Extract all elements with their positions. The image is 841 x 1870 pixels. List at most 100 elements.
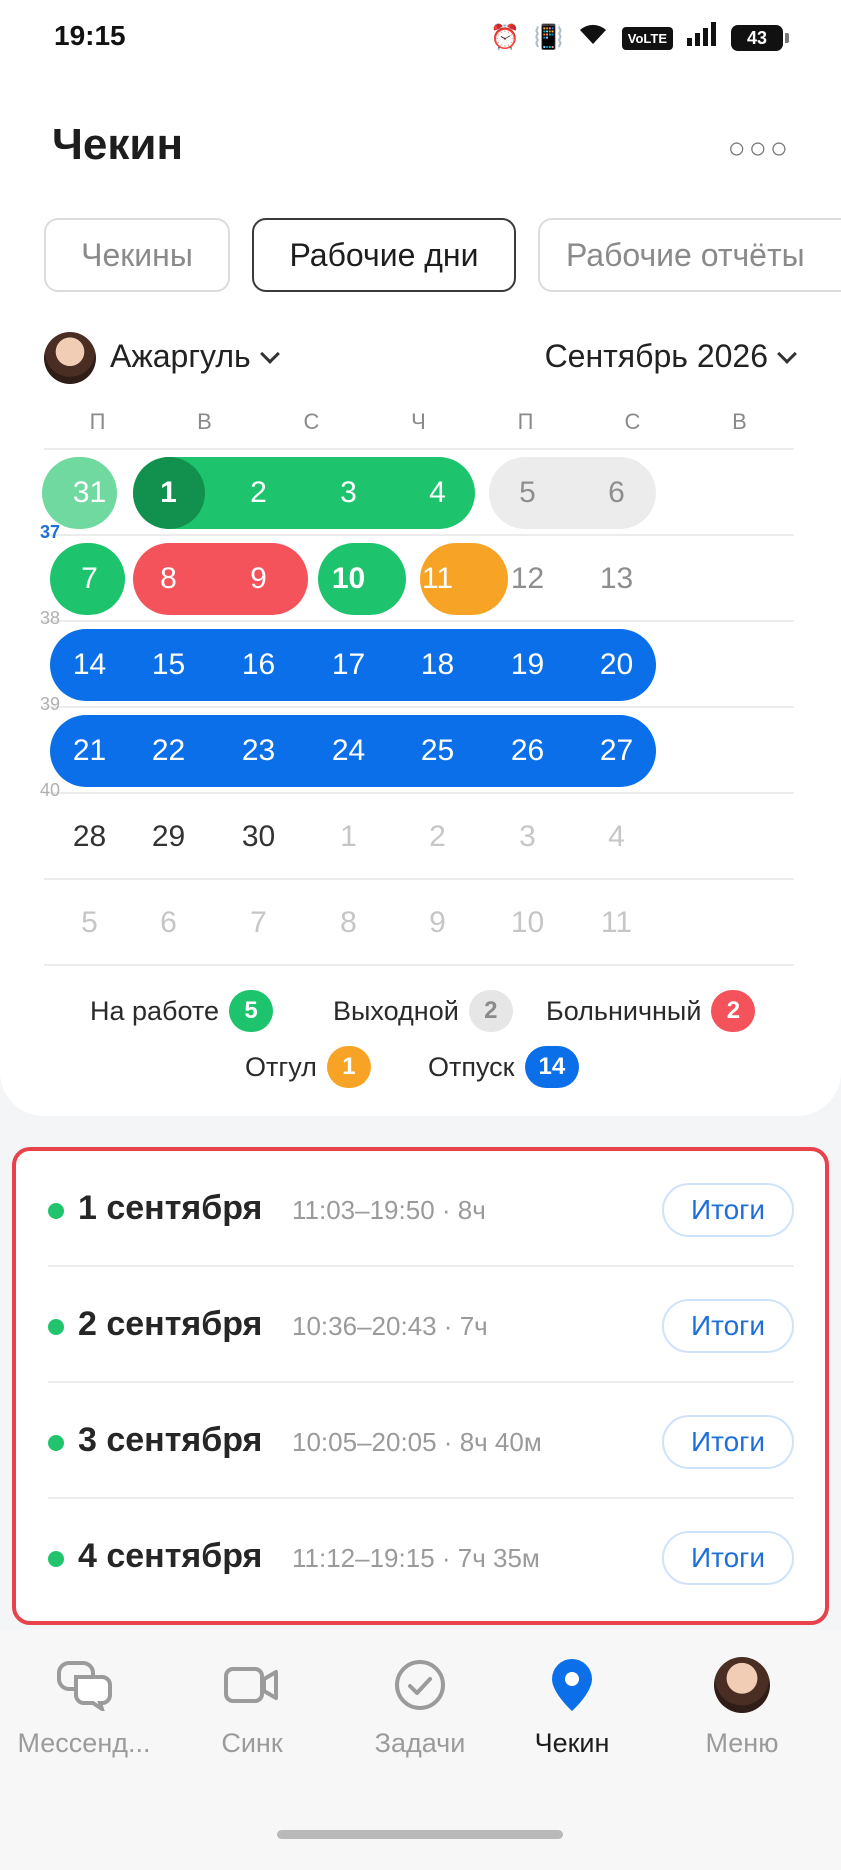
- legend-dayoff: Выходной 2: [333, 990, 513, 1032]
- nav-label: Чекин: [534, 1728, 610, 1758]
- weekday-label: П: [89, 409, 106, 434]
- entry-date: 4 сентября: [78, 1537, 263, 1575]
- weekday-header: П В С Ч П С В: [44, 400, 794, 450]
- status-dot: [48, 1319, 64, 1335]
- filter-row: Ажаргуль Сентябрь 2026: [44, 330, 797, 384]
- tab-reports[interactable]: Рабочие отчёты: [538, 218, 841, 292]
- weekday-label: Ч: [411, 409, 426, 434]
- week-number: 38: [40, 608, 61, 628]
- calendar-day[interactable]: 13: [563, 543, 670, 615]
- summary-button[interactable]: Итоги: [662, 1183, 794, 1237]
- entry-time: 11:03–19:50 · 8ч: [292, 1195, 486, 1225]
- chat-icon: [0, 1650, 168, 1720]
- video-icon: [168, 1650, 336, 1720]
- tab-checkins[interactable]: Чекины: [44, 218, 230, 292]
- summary-button[interactable]: Итоги: [662, 1415, 794, 1469]
- calendar-week: 40 28 29 30 1 2 3 4: [40, 780, 794, 880]
- legend-label: Выходной: [333, 995, 459, 1026]
- calendar-day[interactable]: 20: [563, 629, 670, 701]
- alarm-icon: ⏰: [489, 24, 520, 51]
- nav-label: Меню: [705, 1728, 779, 1758]
- legend-badge: 1: [326, 1046, 371, 1088]
- nav-checkin[interactable]: Чекин: [488, 1650, 656, 1759]
- summary-button[interactable]: Итоги: [662, 1299, 794, 1353]
- legend-badge: 14: [524, 1046, 580, 1088]
- month-label: Сентябрь 2026: [544, 338, 768, 374]
- legend-badge: 2: [711, 990, 756, 1032]
- calendar-day[interactable]: 4: [563, 801, 670, 873]
- list-item[interactable]: 1 сентября 11:03–19:50 · 8ч Итоги: [48, 1151, 794, 1267]
- avatar: [44, 332, 96, 384]
- month-selector[interactable]: Сентябрь 2026: [544, 338, 797, 375]
- week-number: 39: [40, 694, 61, 714]
- location-pin-icon: [488, 1650, 656, 1720]
- nav-label: Синк: [221, 1728, 283, 1758]
- nav-label: Мессенд...: [17, 1728, 151, 1758]
- avatar: [714, 1657, 770, 1713]
- signal-icon: [687, 22, 717, 54]
- summary-button[interactable]: Итоги: [662, 1531, 794, 1585]
- nav-tasks[interactable]: Задачи: [336, 1650, 504, 1759]
- tab-bar: Чекины Рабочие дни Рабочие отчёты: [44, 218, 841, 292]
- nav-messenger[interactable]: Мессенд...: [0, 1650, 168, 1759]
- chevron-down-icon: [259, 344, 280, 364]
- tab-workdays[interactable]: Рабочие дни: [252, 218, 516, 292]
- status-time: 19:15: [54, 20, 126, 51]
- status-dot: [48, 1203, 64, 1219]
- calendar-week: 37 7 8 9 10 11 12 13: [40, 522, 794, 622]
- status-icons: ⏰ 📳 VoLTE 43: [489, 22, 789, 54]
- chevron-down-icon: [777, 344, 797, 364]
- weekday-label: С: [624, 409, 641, 434]
- page-title: Чекин: [52, 120, 184, 169]
- weekday-label: С: [303, 409, 320, 434]
- weekday-label: В: [732, 409, 747, 434]
- check-circle-icon: [336, 1650, 504, 1720]
- calendar-day[interactable]: 6: [563, 457, 670, 529]
- nav-sync[interactable]: Синк: [168, 1650, 336, 1759]
- week-number: 37: [40, 522, 61, 542]
- user-selector[interactable]: Ажаргуль: [110, 338, 280, 375]
- calendar: П В С Ч П С В 31 1 2 3 4 5 6 37 7 8 9 10…: [40, 400, 794, 966]
- legend-leave: Отгул 1: [245, 1046, 371, 1088]
- more-icon[interactable]: ○○○: [728, 132, 791, 166]
- entry-time: 10:05–20:05 · 8ч 40м: [292, 1427, 542, 1457]
- week-number: 40: [40, 780, 61, 800]
- list-item[interactable]: 2 сентября 10:36–20:43 · 7ч Итоги: [48, 1267, 794, 1383]
- nav-menu[interactable]: Меню: [658, 1650, 826, 1759]
- calendar-week: 31 1 2 3 4 5 6: [42, 450, 794, 536]
- legend-vacation: Отпуск 14: [428, 1046, 580, 1088]
- legend-work: На работе 5: [90, 990, 274, 1032]
- legend-label: Больничный: [546, 995, 702, 1026]
- weekday-label: В: [197, 409, 212, 434]
- calendar-day[interactable]: 27: [563, 715, 670, 787]
- entry-date: 3 сентября: [78, 1421, 263, 1459]
- entry-date: 2 сентября: [78, 1305, 263, 1343]
- list-item[interactable]: 3 сентября 10:05–20:05 · 8ч 40м Итоги: [48, 1383, 794, 1499]
- entry-time: 10:36–20:43 · 7ч: [292, 1311, 488, 1341]
- entry-time: 11:12–19:15 · 7ч 35м: [292, 1543, 540, 1573]
- calendar-week: 5 6 7 8 9 10 11: [44, 880, 794, 966]
- volte-icon: VoLTE: [621, 26, 673, 50]
- calendar-day[interactable]: 11: [563, 887, 670, 959]
- user-name: Ажаргуль: [110, 338, 251, 374]
- legend-badge: 2: [468, 990, 513, 1032]
- calendar-week: 38 14 15 16 17 18 19 20: [40, 608, 794, 708]
- legend-label: Отпуск: [428, 1051, 515, 1082]
- status-dot: [48, 1551, 64, 1567]
- legend-sick: Больничный 2: [546, 990, 756, 1032]
- battery-icon: 43: [731, 25, 789, 51]
- status-dot: [48, 1435, 64, 1451]
- workday-list: 1 сентября 11:03–19:50 · 8ч Итоги 2 сент…: [12, 1147, 829, 1625]
- weekday-label: П: [517, 409, 534, 434]
- legend-label: На работе: [90, 995, 220, 1026]
- wifi-icon: [578, 22, 608, 54]
- status-bar: 19:15 ⏰ 📳 VoLTE 43: [0, 0, 841, 76]
- list-item[interactable]: 4 сентября 11:12–19:15 · 7ч 35м Итоги: [48, 1499, 794, 1615]
- legend-label: Отгул: [245, 1051, 317, 1082]
- entry-date: 1 сентября: [78, 1189, 263, 1227]
- legend-badge: 5: [229, 990, 274, 1032]
- calendar-week: 39 21 22 23 24 25 26 27: [40, 694, 794, 794]
- home-indicator[interactable]: [277, 1830, 563, 1839]
- vibrate-icon: 📳: [533, 24, 564, 51]
- nav-label: Задачи: [374, 1728, 466, 1758]
